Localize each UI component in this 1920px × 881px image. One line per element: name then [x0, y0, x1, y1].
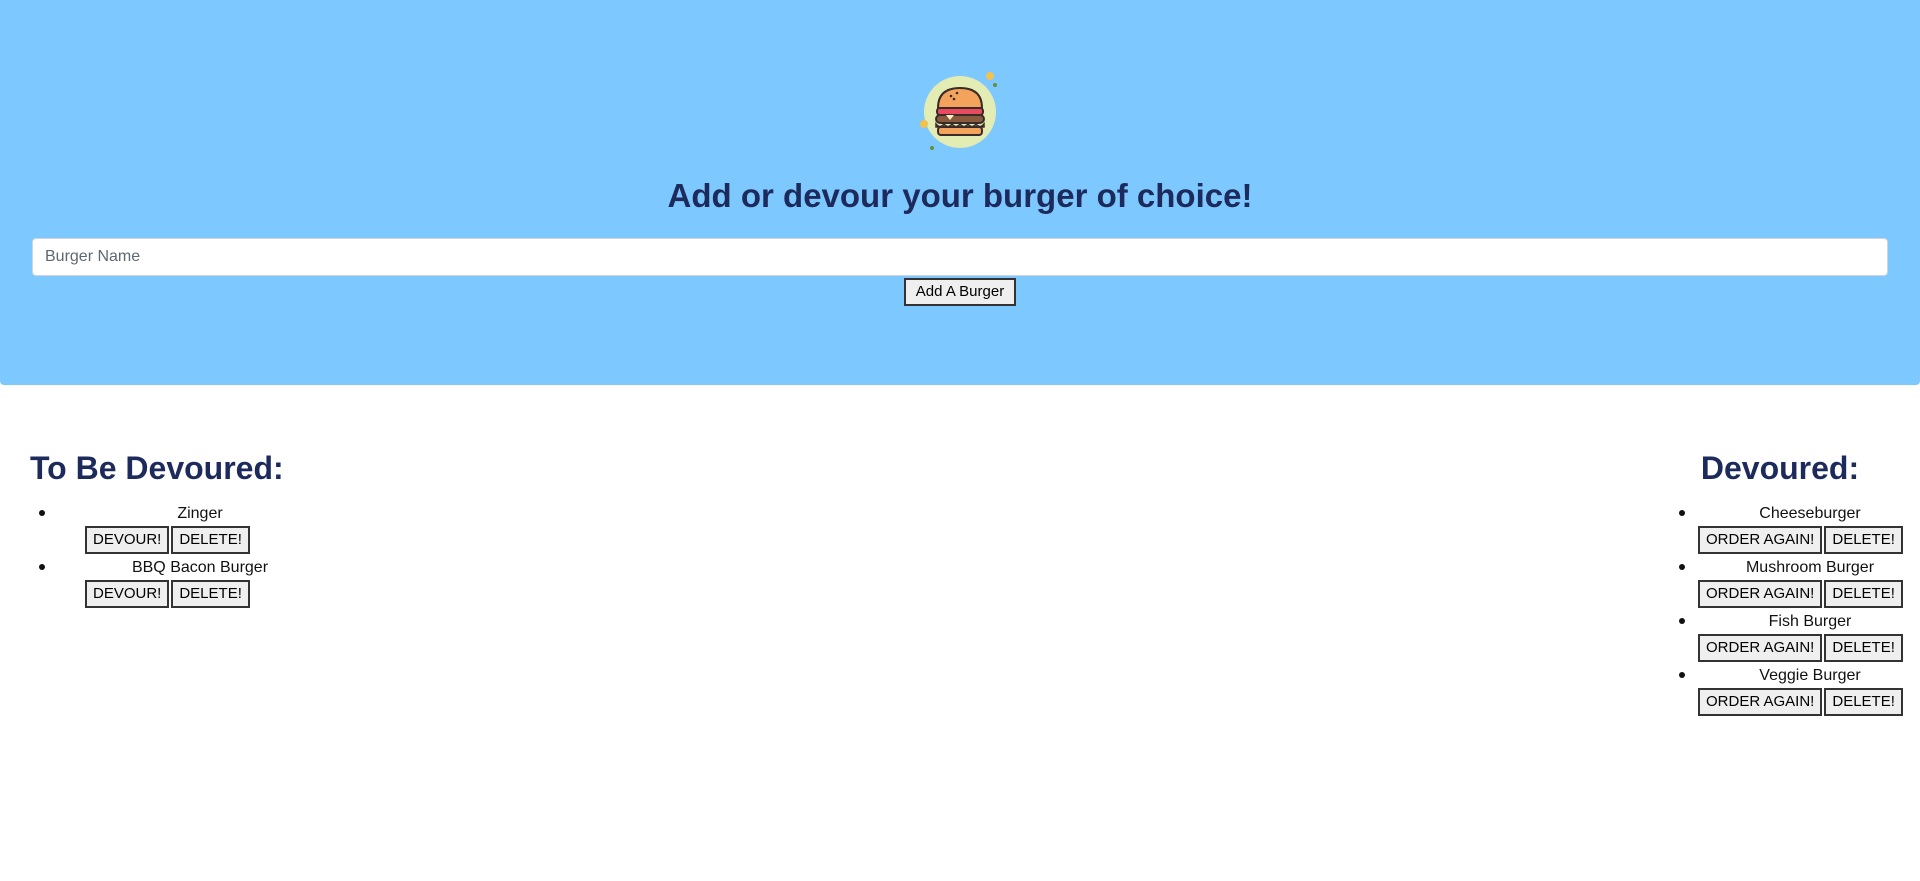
order-again-button[interactable]: ORDER AGAIN!	[1698, 688, 1823, 716]
burger-name-input[interactable]	[32, 238, 1888, 276]
delete-button[interactable]: DELETE!	[171, 526, 250, 554]
list-item: Veggie Burger ORDER AGAIN! DELETE!	[1660, 666, 1920, 720]
devour-button[interactable]: DEVOUR!	[85, 526, 170, 554]
devoured-heading: Devoured:	[1700, 450, 1860, 486]
to-be-devoured-list: Zinger DEVOUR! DELETE! BBQ Bacon Burger D…	[30, 504, 310, 612]
burger-name: Zinger	[177, 505, 223, 522]
order-again-button[interactable]: ORDER AGAIN!	[1698, 526, 1823, 554]
list-item: Zinger DEVOUR! DELETE!	[30, 504, 310, 558]
to-be-devoured-heading: To Be Devoured:	[30, 450, 284, 486]
burger-name: BBQ Bacon Burger	[131, 559, 269, 576]
list-item: Cheeseburger ORDER AGAIN! DELETE!	[1660, 504, 1920, 558]
order-again-button[interactable]: ORDER AGAIN!	[1698, 634, 1823, 662]
hero-section: Add or devour your burger of choice! Add…	[0, 0, 1920, 385]
delete-button[interactable]: DELETE!	[1824, 634, 1903, 662]
add-burger-button[interactable]: Add A Burger	[904, 278, 1016, 306]
list-item: BBQ Bacon Burger DEVOUR! DELETE!	[30, 558, 310, 612]
burger-name: Cheeseburger	[1759, 505, 1861, 522]
bullet-icon	[39, 564, 45, 570]
burger-icon	[918, 68, 1002, 152]
burger-name: Fish Burger	[1768, 613, 1852, 630]
delete-button[interactable]: DELETE!	[1824, 688, 1903, 716]
burger-name: Mushroom Burger	[1745, 559, 1875, 576]
bullet-icon	[39, 510, 45, 516]
page-title: Add or devour your burger of choice!	[667, 177, 1253, 214]
list-item: Fish Burger ORDER AGAIN! DELETE!	[1660, 612, 1920, 666]
delete-button[interactable]: DELETE!	[1824, 526, 1903, 554]
delete-button[interactable]: DELETE!	[1824, 580, 1903, 608]
devoured-list: Cheeseburger ORDER AGAIN! DELETE! Mushroo…	[1660, 504, 1920, 720]
order-again-button[interactable]: ORDER AGAIN!	[1698, 580, 1823, 608]
list-item: Mushroom Burger ORDER AGAIN! DELETE!	[1660, 558, 1920, 612]
devour-button[interactable]: DEVOUR!	[85, 580, 170, 608]
burger-name: Veggie Burger	[1759, 667, 1861, 684]
delete-button[interactable]: DELETE!	[171, 580, 250, 608]
